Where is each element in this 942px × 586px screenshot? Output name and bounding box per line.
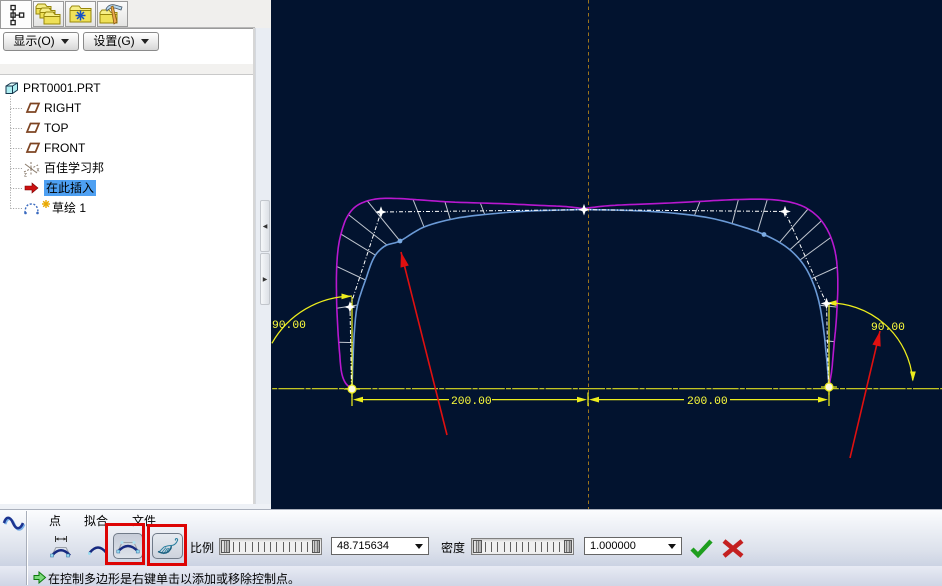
svg-text:200.00: 200.00 xyxy=(451,396,492,408)
svg-text:x: x xyxy=(37,168,40,174)
svg-text:200.00: 200.00 xyxy=(687,396,728,408)
svg-text:z: z xyxy=(24,173,27,179)
svg-text:90.00: 90.00 xyxy=(871,322,905,334)
svg-text:90.00: 90.00 xyxy=(272,320,306,332)
